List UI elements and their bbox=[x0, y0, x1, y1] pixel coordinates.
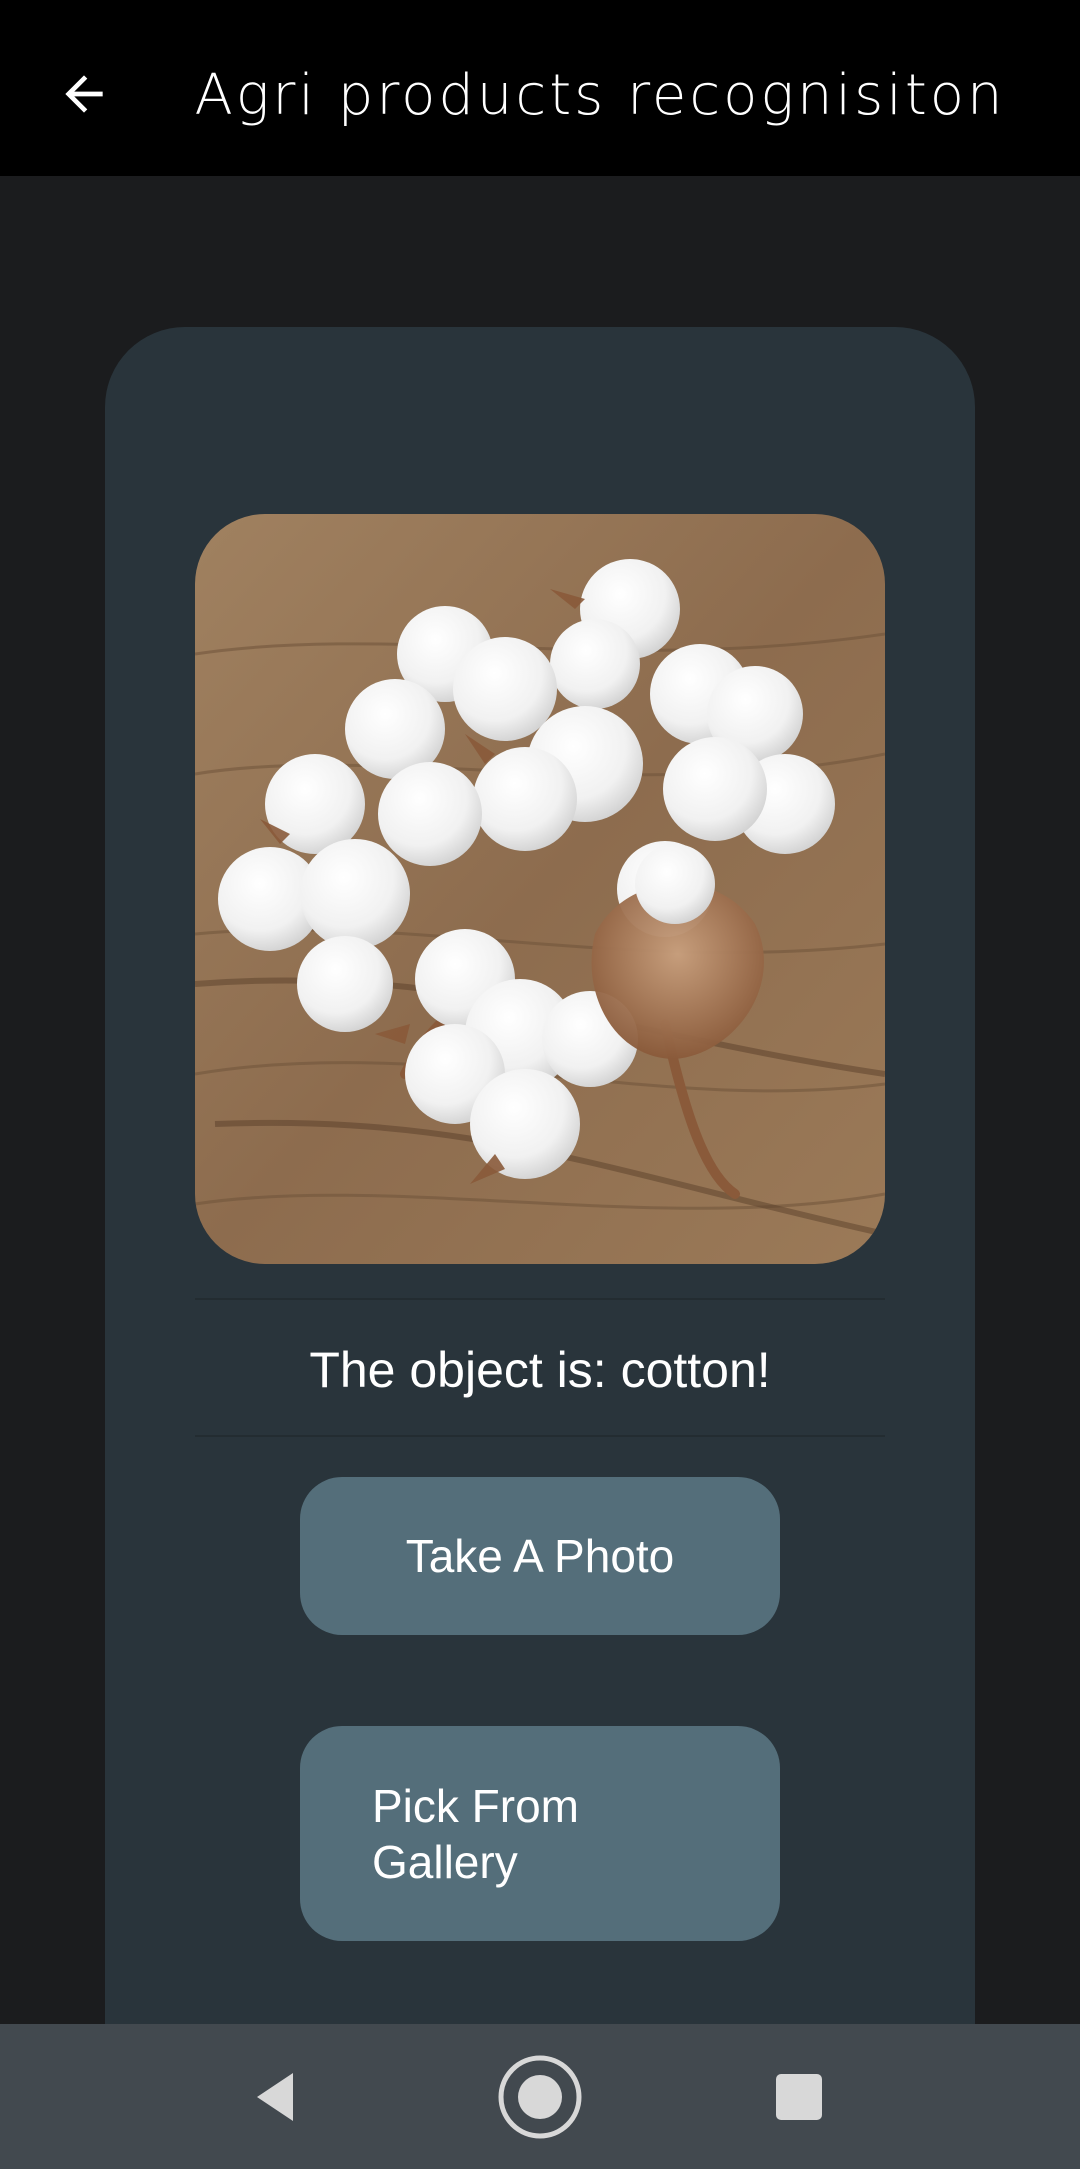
system-nav-bar bbox=[0, 2024, 1080, 2169]
recognition-result: The object is: cotton! bbox=[309, 1342, 771, 1398]
nav-back-button[interactable] bbox=[224, 2044, 330, 2150]
pick-from-gallery-label: Pick From Gallery bbox=[372, 1779, 579, 1888]
nav-home-icon bbox=[498, 2055, 582, 2139]
page-title: Agri products recognisiton bbox=[194, 63, 1006, 128]
divider bbox=[195, 1298, 885, 1300]
app-bar: Agri products recognisiton bbox=[0, 0, 1080, 176]
nav-recents-icon bbox=[776, 2074, 822, 2120]
nav-back-icon bbox=[257, 2073, 293, 2121]
arrow-back-icon bbox=[65, 75, 103, 113]
take-photo-label: Take A Photo bbox=[405, 1530, 675, 1582]
take-photo-button[interactable]: Take A Photo bbox=[300, 1477, 780, 1635]
product-photo bbox=[195, 514, 885, 1264]
back-button[interactable] bbox=[40, 50, 128, 138]
nav-home-button[interactable] bbox=[487, 2044, 593, 2150]
divider bbox=[195, 1435, 885, 1437]
nav-recents-button[interactable] bbox=[746, 2044, 852, 2150]
pick-from-gallery-button[interactable]: Pick From Gallery bbox=[300, 1726, 780, 1941]
